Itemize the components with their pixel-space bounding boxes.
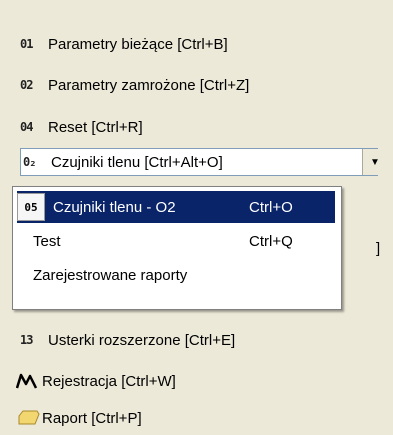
option-shortcut: Ctrl+Q bbox=[249, 232, 293, 250]
chart-line-icon bbox=[16, 372, 38, 390]
menu-item-parametry-biezace[interactable]: 01 Parametry bieżące [Ctrl+B] bbox=[20, 31, 228, 57]
menu-item-reset[interactable]: 04 Reset [Ctrl+R] bbox=[20, 114, 143, 140]
czujniki-tlenu-button[interactable]: 0₂ Czujniki tlenu [Ctrl+Alt+O] bbox=[20, 148, 378, 176]
item-label: Parametry bieżące [Ctrl+B] bbox=[48, 35, 228, 53]
item-code: 13 bbox=[20, 333, 33, 347]
option-label: Test bbox=[33, 232, 61, 250]
dropdown-arrow-button[interactable]: ▼ bbox=[362, 149, 387, 175]
menu-option-test[interactable]: Test Ctrl+Q bbox=[17, 225, 335, 257]
menu-item-usterki-rozszerzone[interactable]: 13 Usterki rozszerzone [Ctrl+E] bbox=[20, 327, 235, 353]
partial-text: ] bbox=[376, 240, 381, 257]
item-label: Rejestracja [Ctrl+W] bbox=[42, 372, 176, 390]
item-code: 02 bbox=[20, 78, 33, 92]
folder-icon bbox=[18, 409, 40, 427]
item-label: Raport [Ctrl+P] bbox=[42, 409, 142, 427]
item-label: Czujniki tlenu [Ctrl+Alt+O] bbox=[51, 153, 223, 171]
option-label: Czujniki tlenu - O2 bbox=[53, 198, 176, 216]
menu-option-zarejestrowane-raporty[interactable]: Zarejestrowane raporty bbox=[17, 259, 335, 291]
menu-item-rejestracja[interactable]: Rejestracja [Ctrl+W] bbox=[16, 368, 176, 394]
option-number: 05 bbox=[17, 193, 45, 221]
menu-option-czujniki-tlenu-o2[interactable]: 05 Czujniki tlenu - O2 Ctrl+O bbox=[17, 191, 335, 223]
item-label: Parametry zamrożone [Ctrl+Z] bbox=[48, 76, 250, 94]
chevron-down-icon: ▼ bbox=[370, 156, 380, 168]
item-code: 01 bbox=[20, 37, 33, 51]
dropdown-menu: 05 Czujniki tlenu - O2 Ctrl+O Test Ctrl+… bbox=[12, 186, 342, 310]
menu-item-parametry-zamrozone[interactable]: 02 Parametry zamrożone [Ctrl+Z] bbox=[20, 72, 249, 98]
item-label: Reset [Ctrl+R] bbox=[48, 118, 143, 136]
item-code: 04 bbox=[20, 120, 33, 134]
item-label: Usterki rozszerzone [Ctrl+E] bbox=[48, 331, 236, 349]
option-shortcut: Ctrl+O bbox=[249, 198, 293, 216]
item-code: 0₂ bbox=[23, 155, 36, 169]
option-label: Zarejestrowane raporty bbox=[33, 266, 188, 284]
menu-item-raport[interactable]: Raport [Ctrl+P] bbox=[18, 405, 142, 431]
